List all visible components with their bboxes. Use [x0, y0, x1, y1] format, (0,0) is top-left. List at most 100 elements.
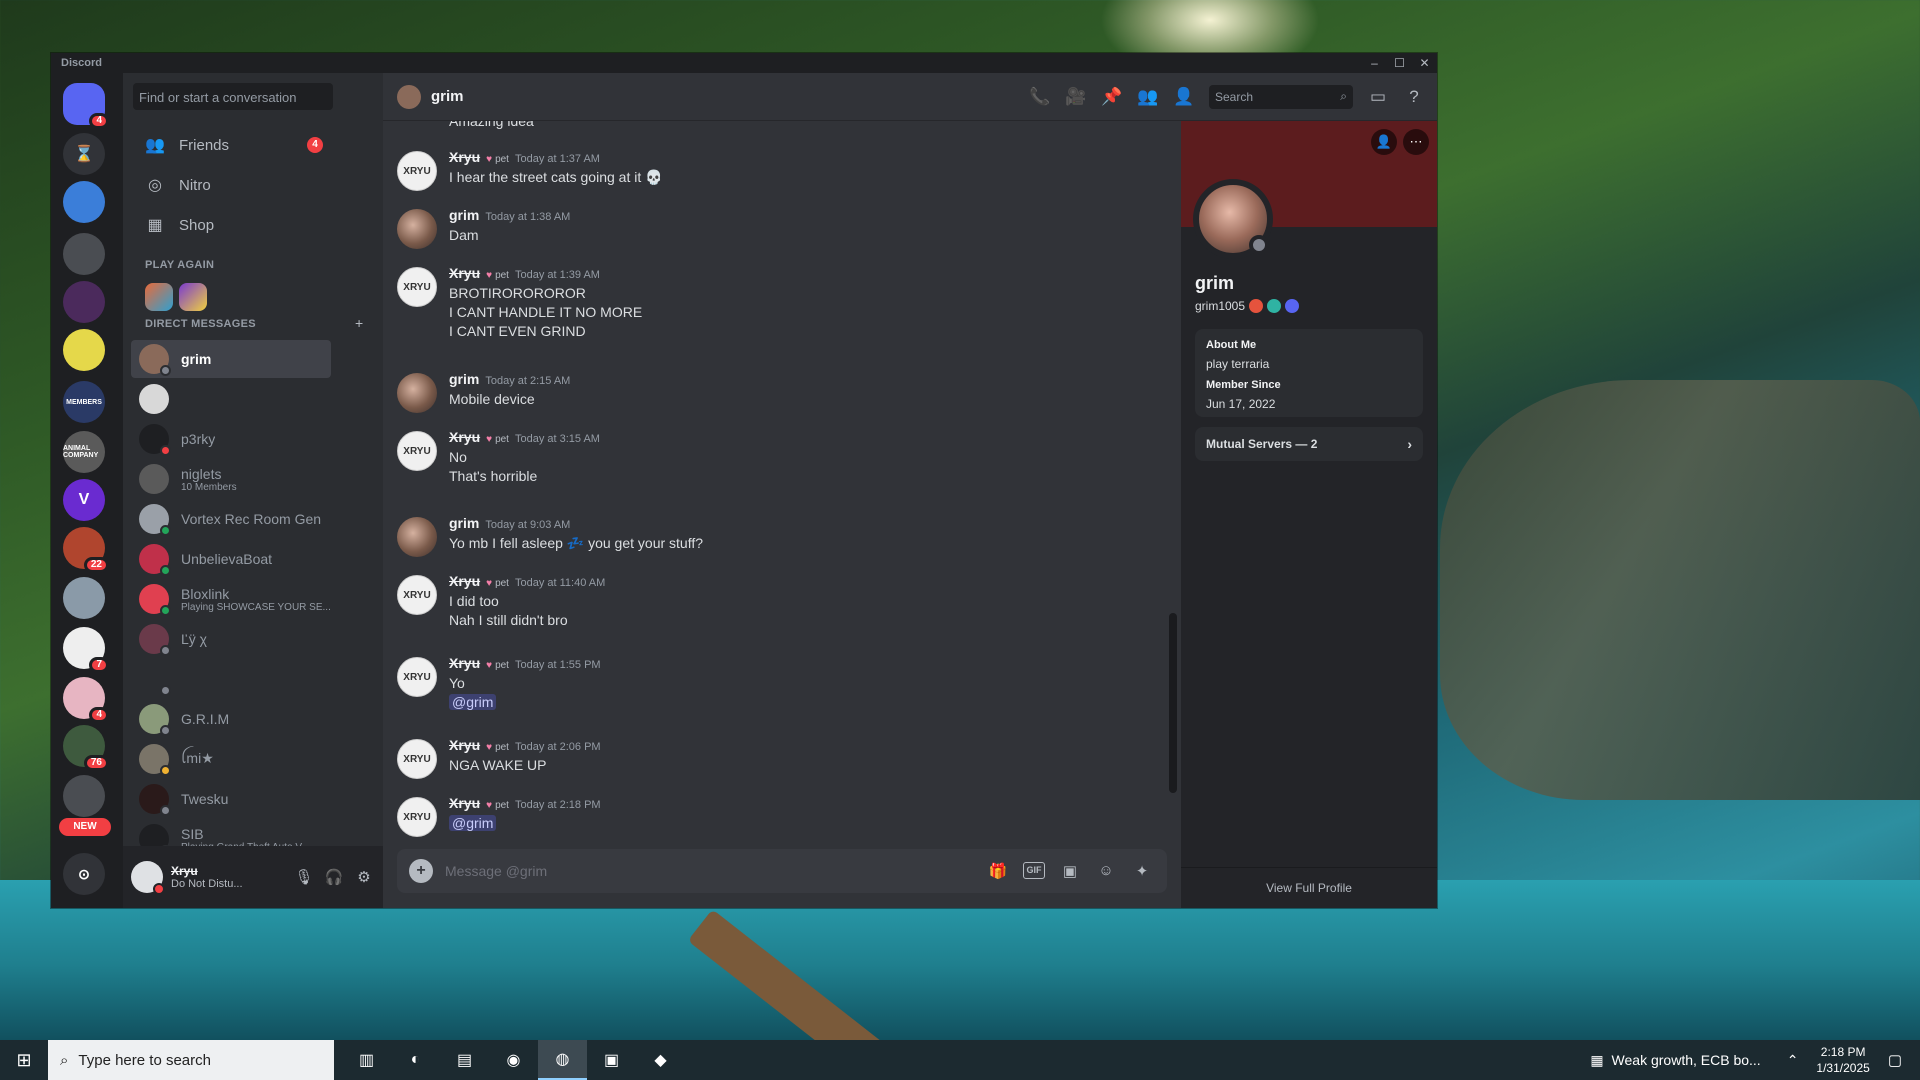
notifications-icon[interactable]: ▢ [1888, 1051, 1902, 1069]
server-icon[interactable]: V [63, 479, 105, 521]
message-avatar[interactable] [397, 373, 437, 413]
message-line: Yo mb I fell asleep 💤 you get your stuff… [449, 535, 704, 551]
server-icon[interactable]: ⌛ [63, 133, 105, 175]
message-author[interactable]: Xryu [449, 655, 480, 671]
firefox-icon[interactable]: ◉ [489, 1040, 538, 1080]
message-author[interactable]: Xryu [449, 265, 480, 281]
search-input[interactable]: Search ⌕ [1209, 84, 1353, 109]
server-icon[interactable] [63, 329, 105, 371]
message-author[interactable]: Xryu [449, 573, 480, 589]
file-explorer-icon[interactable]: ▤ [440, 1040, 489, 1080]
apps-icon[interactable]: ✦ [1131, 862, 1153, 880]
settings-icon[interactable]: ⚙ [353, 868, 375, 886]
clock[interactable]: 2:18 PM 1/31/2025 [1816, 1044, 1869, 1076]
message-avatar[interactable]: XRYU [397, 151, 437, 191]
server-icon[interactable] [63, 577, 105, 619]
server-icon[interactable]: MEMBERS [63, 381, 105, 423]
message-author[interactable]: grim [449, 371, 479, 387]
server-icon[interactable]: 76 [63, 725, 109, 771]
message-author[interactable]: Xryu [449, 737, 480, 753]
dm-item[interactable] [131, 380, 331, 418]
server-icon[interactable]: ANIMAL COMPANY [63, 431, 105, 473]
dm-item[interactable]: p3rky [131, 420, 331, 458]
minimize-button[interactable]: – [1362, 53, 1387, 73]
dm-item[interactable]: UnbelievaBoat [131, 540, 331, 578]
add-friends-dm-icon[interactable]: 👥 [1137, 87, 1159, 107]
server-icon[interactable] [63, 181, 105, 223]
gif-button[interactable]: GIF [1023, 862, 1045, 879]
nav-shop[interactable]: ▦ Shop [131, 205, 331, 245]
home-button[interactable]: 4 [63, 83, 109, 129]
message-avatar[interactable] [397, 517, 437, 557]
dm-item[interactable]: ꪶmi★ [131, 740, 331, 778]
message-avatar[interactable]: XRYU [397, 797, 437, 837]
server-icon[interactable] [63, 775, 105, 817]
attach-plus-button[interactable]: + [409, 859, 433, 883]
dm-item[interactable]: Vortex Rec Room Gen [131, 500, 331, 538]
app-taskbar-icon[interactable]: ▣ [587, 1040, 636, 1080]
view-full-profile-button[interactable]: View Full Profile [1181, 867, 1437, 908]
play-again-game-1[interactable] [145, 283, 173, 311]
news-widget[interactable]: ▦ Weak growth, ECB bo... ⌃ [1590, 1052, 1798, 1069]
app-title: Discord [61, 57, 102, 69]
nav-friends[interactable]: 👥 Friends 4 [131, 125, 331, 165]
user-mention[interactable]: @grim [449, 815, 497, 831]
message-avatar[interactable] [397, 209, 437, 249]
message-author[interactable]: Xryu [449, 429, 480, 445]
user-profile-icon[interactable]: 👤 [1173, 87, 1195, 107]
headset-icon[interactable]: 🎧 [323, 868, 345, 886]
dm-item[interactable]: grim [131, 340, 331, 378]
find-conversation-input[interactable]: Find or start a conversation [133, 83, 333, 110]
create-dm-button[interactable]: + [355, 315, 363, 331]
dm-item[interactable]: Ľÿ χ [131, 620, 331, 658]
server-icon[interactable]: 22 [63, 527, 109, 573]
pinned-icon[interactable]: 📌 [1101, 87, 1123, 107]
play-again-game-2[interactable] [179, 283, 207, 311]
maximize-button[interactable]: ☐ [1387, 53, 1412, 73]
message-avatar[interactable]: XRYU [397, 431, 437, 471]
server-icon[interactable] [63, 233, 105, 275]
message-input[interactable]: Message @grim [445, 863, 987, 879]
dm-item[interactable]: Bloxlink Playing SHOWCASE YOUR SE... [131, 580, 331, 618]
gift-icon[interactable]: 🎁 [987, 862, 1009, 880]
chevron-up-icon[interactable]: ⌃ [1787, 1052, 1799, 1069]
message-avatar[interactable]: XRYU [397, 267, 437, 307]
roblox-taskbar-icon[interactable]: ◆ [636, 1040, 685, 1080]
user-avatar[interactable] [131, 861, 165, 895]
dm-item[interactable]: niglets 10 Members [131, 460, 331, 498]
help-icon[interactable]: ? [1403, 87, 1425, 107]
server-icon[interactable]: 4 [63, 677, 109, 723]
close-button[interactable]: ✕ [1412, 53, 1437, 73]
inbox-icon[interactable]: ▭ [1367, 87, 1389, 107]
task-view-icon[interactable]: ▥ [342, 1040, 391, 1080]
user-mention[interactable]: @grim [449, 694, 497, 710]
discord-taskbar-icon[interactable]: ◍ [538, 1040, 587, 1080]
dm-item[interactable] [131, 660, 331, 698]
taskbar-search[interactable]: ⌕ Type here to search [48, 1040, 334, 1080]
sticker-icon[interactable]: ▣ [1059, 862, 1081, 880]
message-avatar[interactable]: XRYU [397, 575, 437, 615]
message-avatar[interactable]: XRYU [397, 657, 437, 697]
more-options-icon[interactable]: ⋯ [1403, 129, 1429, 155]
dm-item[interactable]: G.R.I.M [131, 700, 331, 738]
message-author[interactable]: grim [449, 207, 479, 223]
microphone-icon[interactable]: 🎙 [293, 868, 315, 886]
windows-start-icon[interactable]: ⊞ [0, 1050, 48, 1071]
message-author[interactable]: grim [449, 515, 479, 531]
edge-icon[interactable]: ◐ [391, 1040, 440, 1080]
dm-name: Vortex Rec Room Gen [181, 511, 322, 527]
chat-scrollbar[interactable] [1169, 613, 1177, 793]
dm-item[interactable]: Twesku [131, 780, 331, 818]
message-author[interactable]: Xryu [449, 149, 480, 165]
emoji-icon[interactable]: ☺ [1095, 862, 1117, 880]
message-avatar[interactable]: XRYU [397, 739, 437, 779]
server-icon[interactable]: 7 [63, 627, 109, 673]
add-friend-icon[interactable]: 👤 [1371, 129, 1397, 155]
voice-call-icon[interactable]: 📞 [1029, 87, 1051, 107]
nav-nitro[interactable]: ◎ Nitro [131, 165, 331, 205]
discover-icon[interactable]: ⊙ [63, 853, 105, 895]
server-icon[interactable] [63, 281, 105, 323]
message-author[interactable]: Xryu [449, 795, 480, 811]
mutual-servers[interactable]: Mutual Servers — 2 › [1195, 427, 1423, 461]
video-call-icon[interactable]: 🎥 [1065, 87, 1087, 107]
